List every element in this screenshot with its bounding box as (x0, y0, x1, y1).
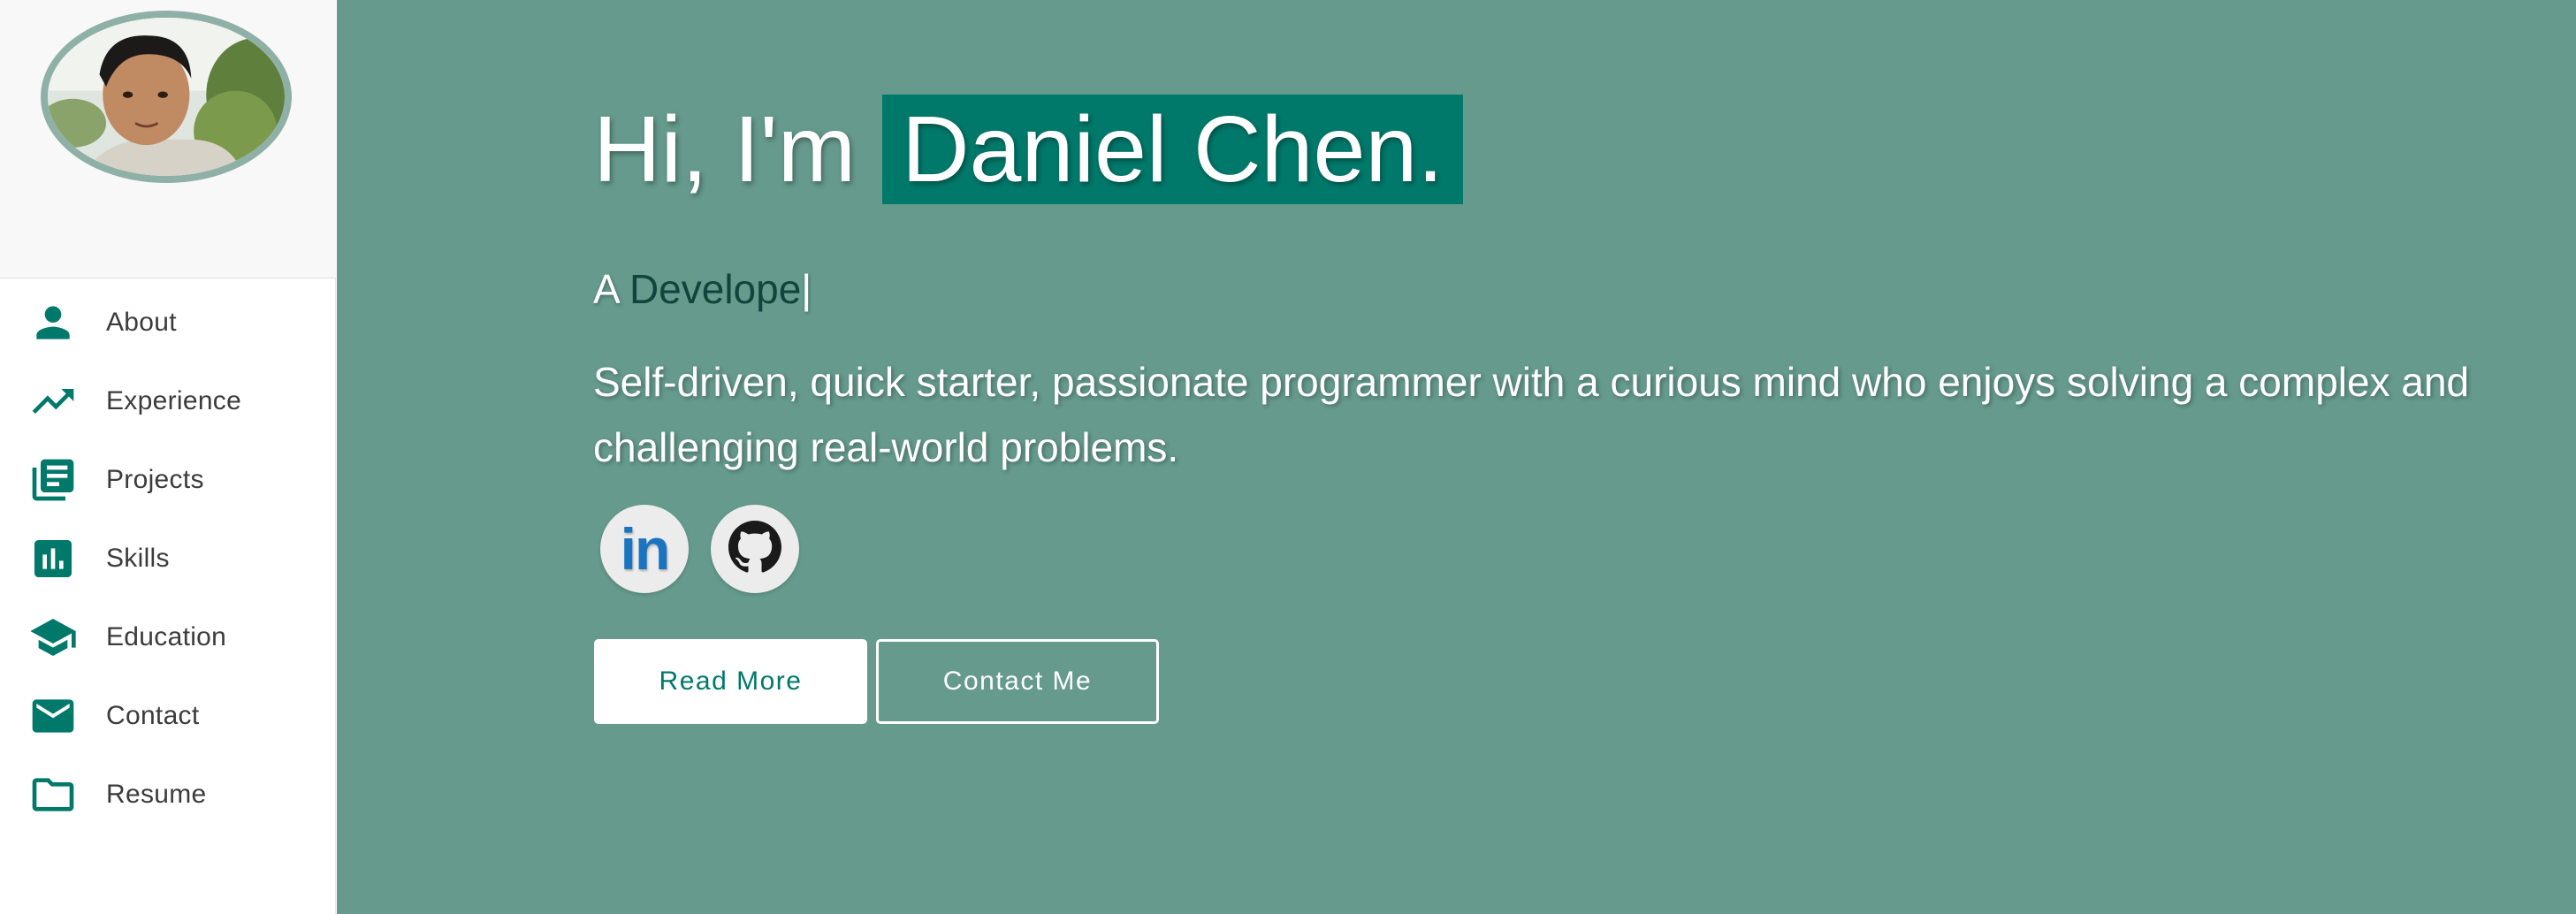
profile-header (0, 0, 336, 278)
graduation-cap-icon (27, 611, 80, 664)
sidebar-item-resume[interactable]: Resume (0, 755, 336, 834)
sidebar-item-label: Education (106, 621, 227, 651)
folder-icon (27, 768, 80, 821)
sidebar-item-label: Experience (106, 385, 242, 415)
sidebar-nav: About Experience Projects Skills Educati… (0, 283, 336, 834)
github-icon (728, 520, 781, 578)
hero-title: Hi, I'm Daniel Chen. (593, 92, 1463, 207)
typing-caret: | (801, 266, 812, 312)
mail-icon (27, 689, 80, 743)
sidebar-item-experience[interactable]: Experience (0, 362, 336, 440)
sidebar-item-education[interactable]: Education (0, 598, 336, 676)
hero-description: Self-driven, quick starter, passionate p… (593, 359, 2470, 470)
typed-role-text: Develope (629, 266, 802, 312)
sidebar-item-label: Skills (106, 543, 170, 573)
sidebar-item-contact[interactable]: Contact (0, 676, 336, 755)
read-more-button[interactable]: Read More (594, 639, 867, 724)
role-subtitle: A Develope| (593, 265, 812, 313)
hero-section: Hi, I'm Daniel Chen. A Develope| Self-dr… (337, 0, 2576, 914)
sidebar-item-projects[interactable]: Projects (0, 440, 336, 519)
hero-name: Daniel Chen. (882, 95, 1463, 204)
sidebar-item-skills[interactable]: Skills (0, 519, 336, 598)
sidebar-item-about[interactable]: About (0, 283, 336, 362)
greeting-text: Hi, I'm (593, 96, 856, 202)
contact-me-button[interactable]: Contact Me (876, 639, 1159, 724)
linkedin-button[interactable]: in (600, 505, 689, 593)
sidebar-item-label: Projects (106, 464, 204, 494)
sidebar-item-label: Contact (106, 700, 200, 730)
subtitle-prefix: A (593, 266, 619, 312)
trending-up-icon (27, 375, 80, 428)
github-button[interactable] (711, 505, 799, 593)
library-books-icon (27, 453, 80, 507)
sidebar-item-label: About (106, 307, 177, 337)
bar-chart-icon (27, 532, 80, 585)
linkedin-icon: in (620, 516, 671, 582)
sidebar-item-label: Resume (106, 779, 207, 809)
avatar (41, 11, 292, 183)
sidebar: About Experience Projects Skills Educati… (0, 0, 336, 914)
person-icon (27, 296, 80, 349)
